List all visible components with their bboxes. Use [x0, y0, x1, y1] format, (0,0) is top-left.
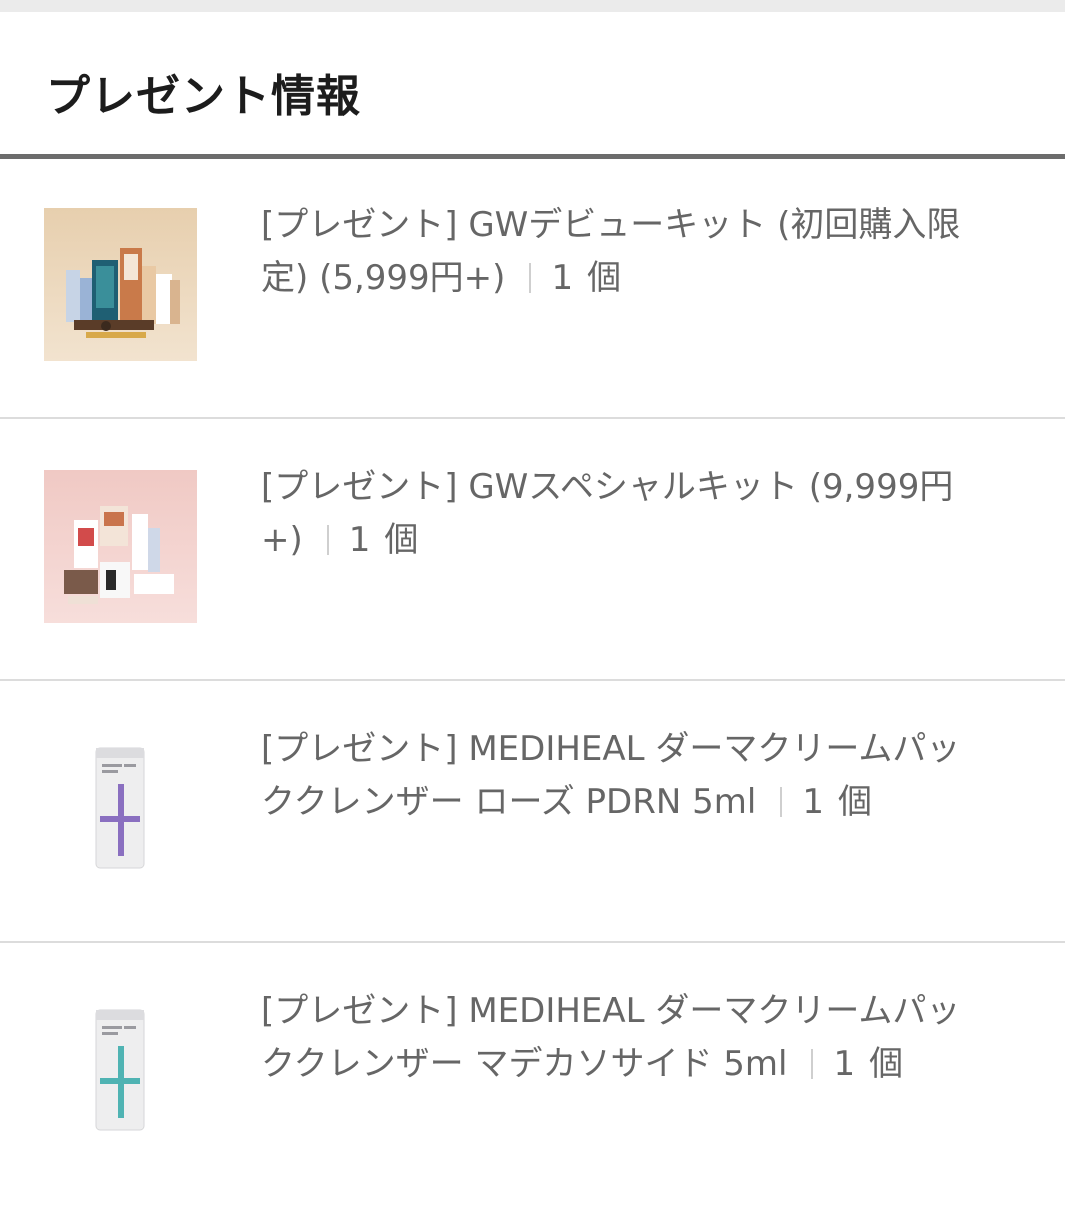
item-description: [プレゼント] MEDIHEAL ダーマクリームパッククレンザー ローズ PDR…	[261, 723, 991, 829]
list-item[interactable]: [プレゼント] MEDIHEAL ダーマクリームパッククレンザー マデカソサイド…	[0, 945, 1065, 1205]
cleanser-tube-image	[44, 732, 197, 885]
separator	[326, 525, 329, 555]
page-title: プレゼント情報	[46, 71, 361, 122]
item-divider	[0, 679, 1065, 681]
separator	[780, 787, 783, 817]
section-header: プレゼント情報	[0, 12, 1065, 154]
item-quantity: 1	[348, 520, 371, 560]
item-description: [プレゼント] GWデビューキット (初回購入限定) (5,999円+) 1 個	[261, 199, 991, 305]
cleanser-tube-image	[44, 994, 197, 1147]
item-divider	[0, 417, 1065, 419]
list-item[interactable]: [プレゼント] GWデビューキット (初回購入限定) (5,999円+) 1 個	[0, 159, 1065, 419]
item-divider	[0, 941, 1065, 943]
gift-kit-image	[44, 470, 197, 623]
item-unit: 個	[384, 520, 419, 560]
item-quantity: 1	[802, 782, 824, 822]
gift-kit-image	[44, 208, 197, 361]
item-unit: 個	[837, 782, 872, 822]
item-description: [プレゼント] MEDIHEAL ダーマクリームパッククレンザー マデカソサイド…	[261, 985, 991, 1091]
item-unit: 個	[869, 1044, 904, 1084]
separator	[811, 1049, 814, 1079]
item-description: [プレゼント] GWスペシャルキット (9,999円+) 1 個	[261, 461, 991, 567]
item-name: [プレゼント] MEDIHEAL ダーマクリームパッククレンザー マデカソサイド…	[261, 991, 961, 1084]
separator	[529, 263, 532, 293]
top-strip	[0, 0, 1065, 12]
item-unit: 個	[587, 258, 622, 298]
list-item[interactable]: [プレゼント] GWスペシャルキット (9,999円+) 1 個	[0, 421, 1065, 681]
list-item[interactable]: [プレゼント] MEDIHEAL ダーマクリームパッククレンザー ローズ PDR…	[0, 683, 1065, 943]
item-quantity: 1	[833, 1044, 856, 1084]
item-quantity: 1	[551, 258, 574, 298]
